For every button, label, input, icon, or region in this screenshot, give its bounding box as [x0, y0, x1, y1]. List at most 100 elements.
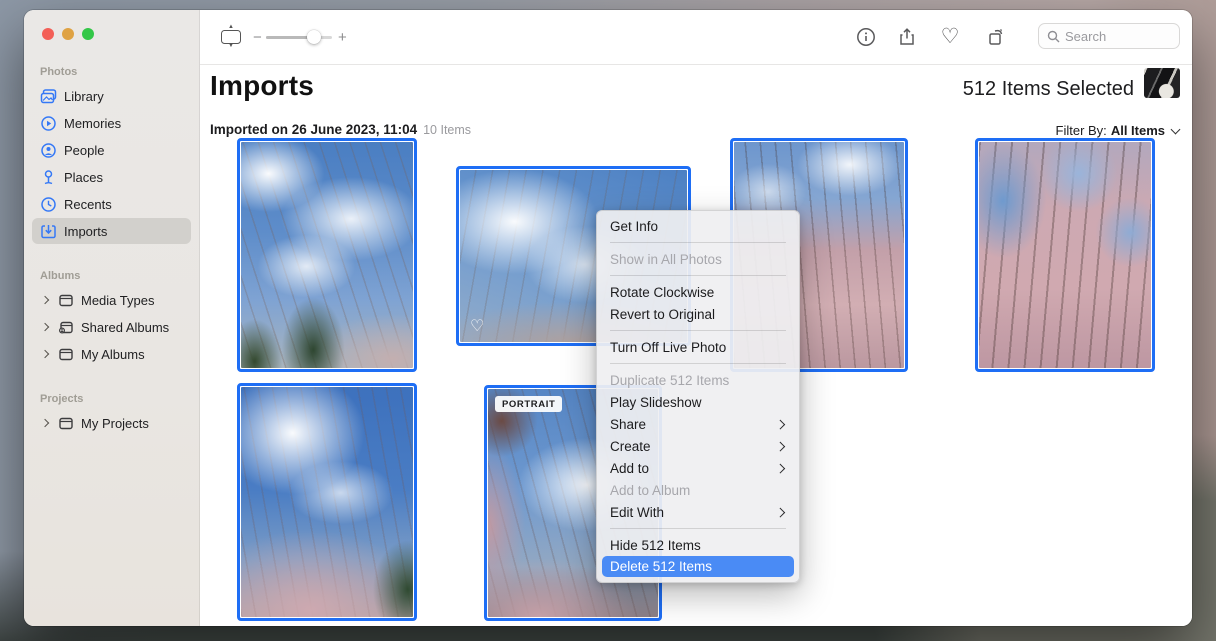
context-menu: Get Info Show in All Photos Rotate Clock… — [596, 210, 800, 583]
slider-thumb[interactable] — [307, 30, 321, 44]
sidebar-item-library[interactable]: Library — [32, 83, 191, 109]
zoom-button[interactable] — [82, 28, 94, 40]
minimize-button[interactable] — [62, 28, 74, 40]
rotate-icon — [985, 26, 1007, 48]
filter-value: All Items — [1111, 123, 1165, 138]
sidebar-item-my-projects[interactable]: My Projects — [32, 410, 191, 436]
sidebar-item-my-albums[interactable]: My Albums — [32, 341, 191, 367]
chevron-right-icon[interactable] — [40, 349, 50, 359]
menu-item-label: Create — [610, 439, 651, 454]
photo-image — [241, 142, 413, 368]
menu-item-label: Share — [610, 417, 646, 432]
sidebar-item-imports[interactable]: Imports — [32, 218, 191, 244]
portrait-badge: PORTRAIT — [495, 396, 562, 412]
menu-separator — [610, 330, 786, 331]
info-button[interactable] — [851, 23, 881, 51]
sidebar-item-people[interactable]: People — [32, 137, 191, 163]
memories-icon — [40, 115, 57, 132]
item-count-label: 10 Items — [423, 123, 471, 137]
photo-thumbnail-4[interactable] — [975, 138, 1155, 372]
info-icon — [855, 26, 877, 48]
sidebar-item-label: Recents — [64, 197, 112, 212]
toolbar: ▲ ▼ − + ♡ — [200, 10, 1192, 65]
favorite-heart-icon: ♡ — [470, 316, 484, 336]
sidebar-item-media-types[interactable]: Media Types — [32, 287, 191, 313]
album-icon — [57, 292, 74, 309]
menu-separator — [610, 363, 786, 364]
menu-item-duplicate: Duplicate 512 Items — [597, 369, 799, 391]
menu-item-share[interactable]: Share — [597, 413, 799, 435]
chevron-down-icon — [1171, 126, 1180, 135]
zoom-out-button[interactable]: − — [253, 29, 262, 46]
chevron-right-icon[interactable] — [40, 295, 50, 305]
import-date-label: Imported on 26 June 2023, 11:04 — [210, 122, 417, 137]
sidebar-section-projects: Projects — [40, 393, 199, 405]
search-placeholder: Search — [1065, 29, 1106, 44]
menu-item-edit-with[interactable]: Edit With — [597, 501, 799, 523]
triangle-down-icon: ▼ — [228, 44, 234, 49]
heart-icon: ♡ — [941, 24, 960, 49]
photo-image — [979, 142, 1151, 368]
sidebar-item-label: Library — [64, 89, 104, 104]
sidebar-item-label: People — [64, 143, 104, 158]
menu-item-hide[interactable]: Hide 512 Items — [597, 534, 799, 556]
sidebar-item-memories[interactable]: Memories — [32, 110, 191, 136]
filter-label: Filter By: — [1056, 123, 1107, 138]
share-button[interactable] — [892, 23, 922, 51]
menu-separator — [610, 528, 786, 529]
content-area: ▲ ▼ − + ♡ — [200, 10, 1192, 626]
photo-image — [241, 387, 413, 617]
sidebar-item-label: Memories — [64, 116, 121, 131]
menu-separator — [610, 242, 786, 243]
menu-item-add-to[interactable]: Add to — [597, 457, 799, 479]
sidebar-item-label: Imports — [64, 224, 107, 239]
photo-thumbnail-5[interactable] — [237, 383, 417, 621]
sidebar-item-label: Shared Albums — [81, 320, 169, 335]
sidebar-section-photos: Photos — [40, 66, 199, 78]
submenu-chevron-icon — [777, 464, 786, 473]
recents-icon — [40, 196, 57, 213]
zoom-in-button[interactable]: + — [338, 29, 347, 46]
chevron-right-icon[interactable] — [40, 418, 50, 428]
submenu-chevron-icon — [777, 442, 786, 451]
album-icon — [57, 346, 74, 363]
sidebar-item-places[interactable]: Places — [32, 164, 191, 190]
shared-album-icon — [57, 319, 74, 336]
chevron-right-icon[interactable] — [40, 322, 50, 332]
favorite-button[interactable]: ♡ — [935, 23, 965, 51]
menu-item-turn-off-live-photo[interactable]: Turn Off Live Photo — [597, 336, 799, 358]
aspect-ratio-icon[interactable]: ▲ ▼ — [216, 23, 246, 51]
photo-thumbnail-1[interactable] — [237, 138, 417, 372]
library-icon — [40, 88, 57, 105]
menu-item-label: Edit With — [610, 505, 664, 520]
places-icon — [40, 169, 57, 186]
submenu-chevron-icon — [777, 508, 786, 517]
menu-item-show-in-all-photos: Show in All Photos — [597, 248, 799, 270]
people-icon — [40, 142, 57, 159]
menu-item-rotate-clockwise[interactable]: Rotate Clockwise — [597, 281, 799, 303]
close-button[interactable] — [42, 28, 54, 40]
menu-separator — [610, 275, 786, 276]
menu-item-delete[interactable]: Delete 512 Items — [602, 556, 794, 577]
menu-item-add-to-album: Add to Album — [597, 479, 799, 501]
menu-item-play-slideshow[interactable]: Play Slideshow — [597, 391, 799, 413]
rotate-button[interactable] — [981, 23, 1011, 51]
sidebar-item-recents[interactable]: Recents — [32, 191, 191, 217]
aspect-box-icon — [221, 30, 241, 44]
sidebar-item-shared-albums[interactable]: Shared Albums — [32, 314, 191, 340]
filter-control[interactable]: Filter By: All Items — [1056, 123, 1180, 138]
menu-item-get-info[interactable]: Get Info — [597, 215, 799, 237]
imports-icon — [40, 223, 57, 240]
share-icon — [896, 26, 918, 48]
sidebar: Photos Library Memories People — [24, 10, 200, 626]
selection-status: 512 Items Selected — [963, 78, 1134, 101]
thumbnail-zoom-slider[interactable] — [266, 30, 332, 44]
import-group-header: Imported on 26 June 2023, 11:04 10 Items — [210, 122, 471, 137]
submenu-chevron-icon — [777, 420, 786, 429]
selection-thumbnail — [1144, 68, 1180, 98]
search-input[interactable]: Search — [1038, 23, 1180, 49]
menu-item-revert-to-original[interactable]: Revert to Original — [597, 303, 799, 325]
menu-item-create[interactable]: Create — [597, 435, 799, 457]
window-controls — [24, 10, 199, 40]
sidebar-item-label: My Projects — [81, 416, 149, 431]
